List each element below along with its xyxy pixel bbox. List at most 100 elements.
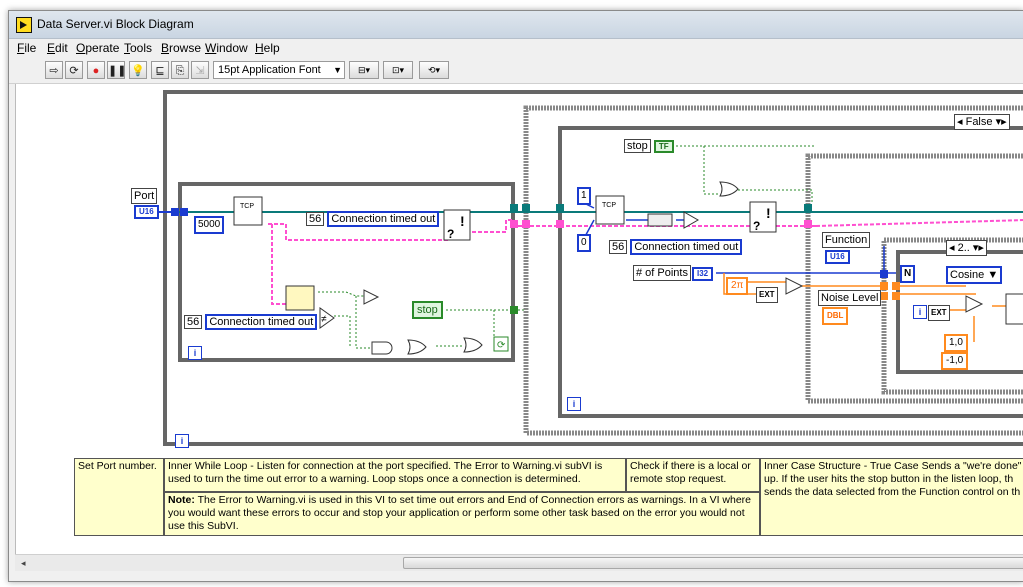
constant-pos-one[interactable]: 1,0 <box>944 334 968 352</box>
align-objects-dropdown[interactable]: ⊟▾ <box>349 61 379 79</box>
menu-bar: File Edit Operate Tools Browse Window Help <box>9 39 1023 57</box>
comment-note: Note: The Error to Warning.vi is used in… <box>164 492 760 536</box>
case-selector-false[interactable]: ◂ False ▾▸ <box>954 114 1010 130</box>
scrollbar-thumb[interactable] <box>403 557 1023 569</box>
menu-accelerator: B <box>161 41 170 55</box>
svg-text:TCP: TCP <box>602 202 616 209</box>
error-cluster-constant-c[interactable]: 56 Connection timed out <box>609 239 743 255</box>
menu-tools[interactable]: Tools <box>124 41 152 55</box>
toolbar: ⇨ ⟳ ● ❚❚ 💡 ⊑ ⎘ ⇲ 15pt Application Font ▼… <box>9 57 1023 84</box>
iteration-terminal-for-loop: i <box>913 305 927 319</box>
two-pi-constant[interactable]: 2π <box>726 277 749 295</box>
menu-label: dit <box>55 41 68 55</box>
error-text-b: Connection timed out <box>205 314 318 330</box>
noise-level-terminal[interactable]: DBL <box>822 307 849 325</box>
menu-help[interactable]: Help <box>255 41 280 55</box>
num-points-terminal[interactable]: I32 <box>692 267 714 281</box>
comment-inner-while: Inner While Loop - Listen for connection… <box>164 458 626 492</box>
case-dropdown-icon[interactable]: ▾▸ <box>996 116 1007 128</box>
font-selector-value: 15pt Application Font <box>218 64 321 76</box>
comment-check-stop: Check if there is a local or remote stop… <box>626 458 760 492</box>
menu-operate[interactable]: Operate <box>76 41 119 55</box>
timeout-constant[interactable]: 5000 <box>194 216 225 234</box>
scroll-left-icon[interactable]: ◂ <box>21 558 26 569</box>
svg-text:?: ? <box>753 219 760 233</box>
count-terminal: N <box>900 265 916 283</box>
run-arrow-icon[interactable]: ⇨ <box>45 61 63 79</box>
function-label: Function <box>822 232 871 248</box>
step-over-icon[interactable]: ⇲ <box>191 61 209 79</box>
error-text-c: Connection timed out <box>630 239 743 255</box>
menu-label: perate <box>85 41 120 55</box>
menu-accelerator: O <box>76 41 86 55</box>
menu-label: elp <box>263 41 280 55</box>
reorder-dropdown[interactable]: ⟲▾ <box>419 61 449 79</box>
run-continuously-icon[interactable]: ⟳ <box>65 61 83 79</box>
noise-level-label: Noise Level <box>818 290 882 306</box>
menu-label: indow <box>216 41 248 55</box>
error-cluster-constant-a[interactable]: 56 Connection timed out <box>306 211 440 227</box>
title-bar: Data Server.vi Block Diagram <box>9 11 1023 39</box>
tcp-write-subvi <box>595 195 625 225</box>
stop-local-variable[interactable]: stop TF <box>624 139 674 154</box>
to-ext-conversion-b: EXT <box>928 305 950 321</box>
note-body: The Error to Warning.vi is used in this … <box>168 494 752 532</box>
num-points-label: # of Points <box>633 265 691 281</box>
function-case-dropdown-icon[interactable]: ▾▸ <box>973 242 984 254</box>
highlight-execution-icon[interactable]: 💡 <box>129 61 147 79</box>
iteration-terminal-data-loop: i <box>567 397 581 411</box>
function-case-selector[interactable]: ◂ 2.. ▾▸ <box>946 240 987 256</box>
abort-icon[interactable]: ● <box>87 61 105 79</box>
error-text-a: Connection timed out <box>327 211 440 227</box>
labview-app-icon <box>16 17 32 33</box>
case-selector-value: False <box>965 116 993 128</box>
to-ext-conversion: EXT <box>756 287 778 303</box>
function-case-left-arrow-icon[interactable]: ◂ <box>949 242 955 254</box>
step-into-icon[interactable]: ⎘ <box>171 61 189 79</box>
cosine-value: Cosine <box>950 269 985 281</box>
error-code-a: 56 <box>306 212 325 226</box>
note-heading: Note: <box>168 494 195 506</box>
menu-label: rowse <box>169 41 202 55</box>
pause-icon[interactable]: ❚❚ <box>107 61 126 79</box>
menu-window[interactable]: Window <box>205 41 248 55</box>
distribute-objects-dropdown[interactable]: ⊡▾ <box>383 61 413 79</box>
chevron-down-icon: ▼ <box>333 65 342 75</box>
flatten-subvi <box>647 213 673 227</box>
stop-local-label: stop <box>624 139 651 153</box>
svg-text:⟳: ⟳ <box>497 340 506 351</box>
error-cluster-constant-b[interactable]: 56 Connection timed out <box>184 314 318 330</box>
menu-label: ools <box>130 41 153 55</box>
diagram-canvas[interactable]: TCP TCP ! ? ! ? ≠ ⟳ Port U16 5000 56 Con… <box>15 84 1023 554</box>
svg-text:!: ! <box>460 213 465 229</box>
block-diagram-window: Data Server.vi Block Diagram File Edit Ope… <box>8 10 1023 582</box>
svg-text:!: ! <box>766 205 771 221</box>
constant-0[interactable]: 0 <box>577 234 591 252</box>
port-label: Port <box>131 188 158 204</box>
iteration-terminal-outer: i <box>175 434 189 448</box>
constant-neg-one[interactable]: -1,0 <box>941 352 969 370</box>
function-terminal[interactable]: U16 <box>825 250 850 264</box>
or-primitive-b <box>463 337 483 353</box>
function-case-value: 2.. <box>957 242 970 254</box>
menu-browse[interactable]: Browse <box>161 41 201 55</box>
menu-label: ile <box>24 41 37 55</box>
select-primitive <box>1005 293 1023 325</box>
unbundle-error <box>285 285 315 311</box>
stop-local-type: TF <box>653 140 674 153</box>
horizontal-scrollbar[interactable]: ◂ <box>15 554 1023 571</box>
case-left-arrow-icon[interactable]: ◂ <box>957 116 963 128</box>
cosine-enum-constant[interactable]: Cosine ▼ <box>946 266 1003 284</box>
svg-text:TCP: TCP <box>240 203 254 210</box>
stop-button-terminal[interactable]: stop <box>412 301 443 319</box>
menu-edit[interactable]: Edit <box>47 41 68 55</box>
and-primitive <box>371 341 393 355</box>
port-control-terminal[interactable]: U16 <box>134 205 159 219</box>
font-selector[interactable]: 15pt Application Font ▼ <box>213 61 345 79</box>
comment-inner-case: Inner Case Structure - True Case Sends a… <box>760 458 1023 536</box>
retain-wire-values-icon[interactable]: ⊑ <box>151 61 169 79</box>
error-code-c: 56 <box>609 240 628 254</box>
constant-1[interactable]: 1 <box>577 187 591 205</box>
menu-file[interactable]: File <box>17 41 36 55</box>
menu-accelerator: W <box>205 41 217 55</box>
